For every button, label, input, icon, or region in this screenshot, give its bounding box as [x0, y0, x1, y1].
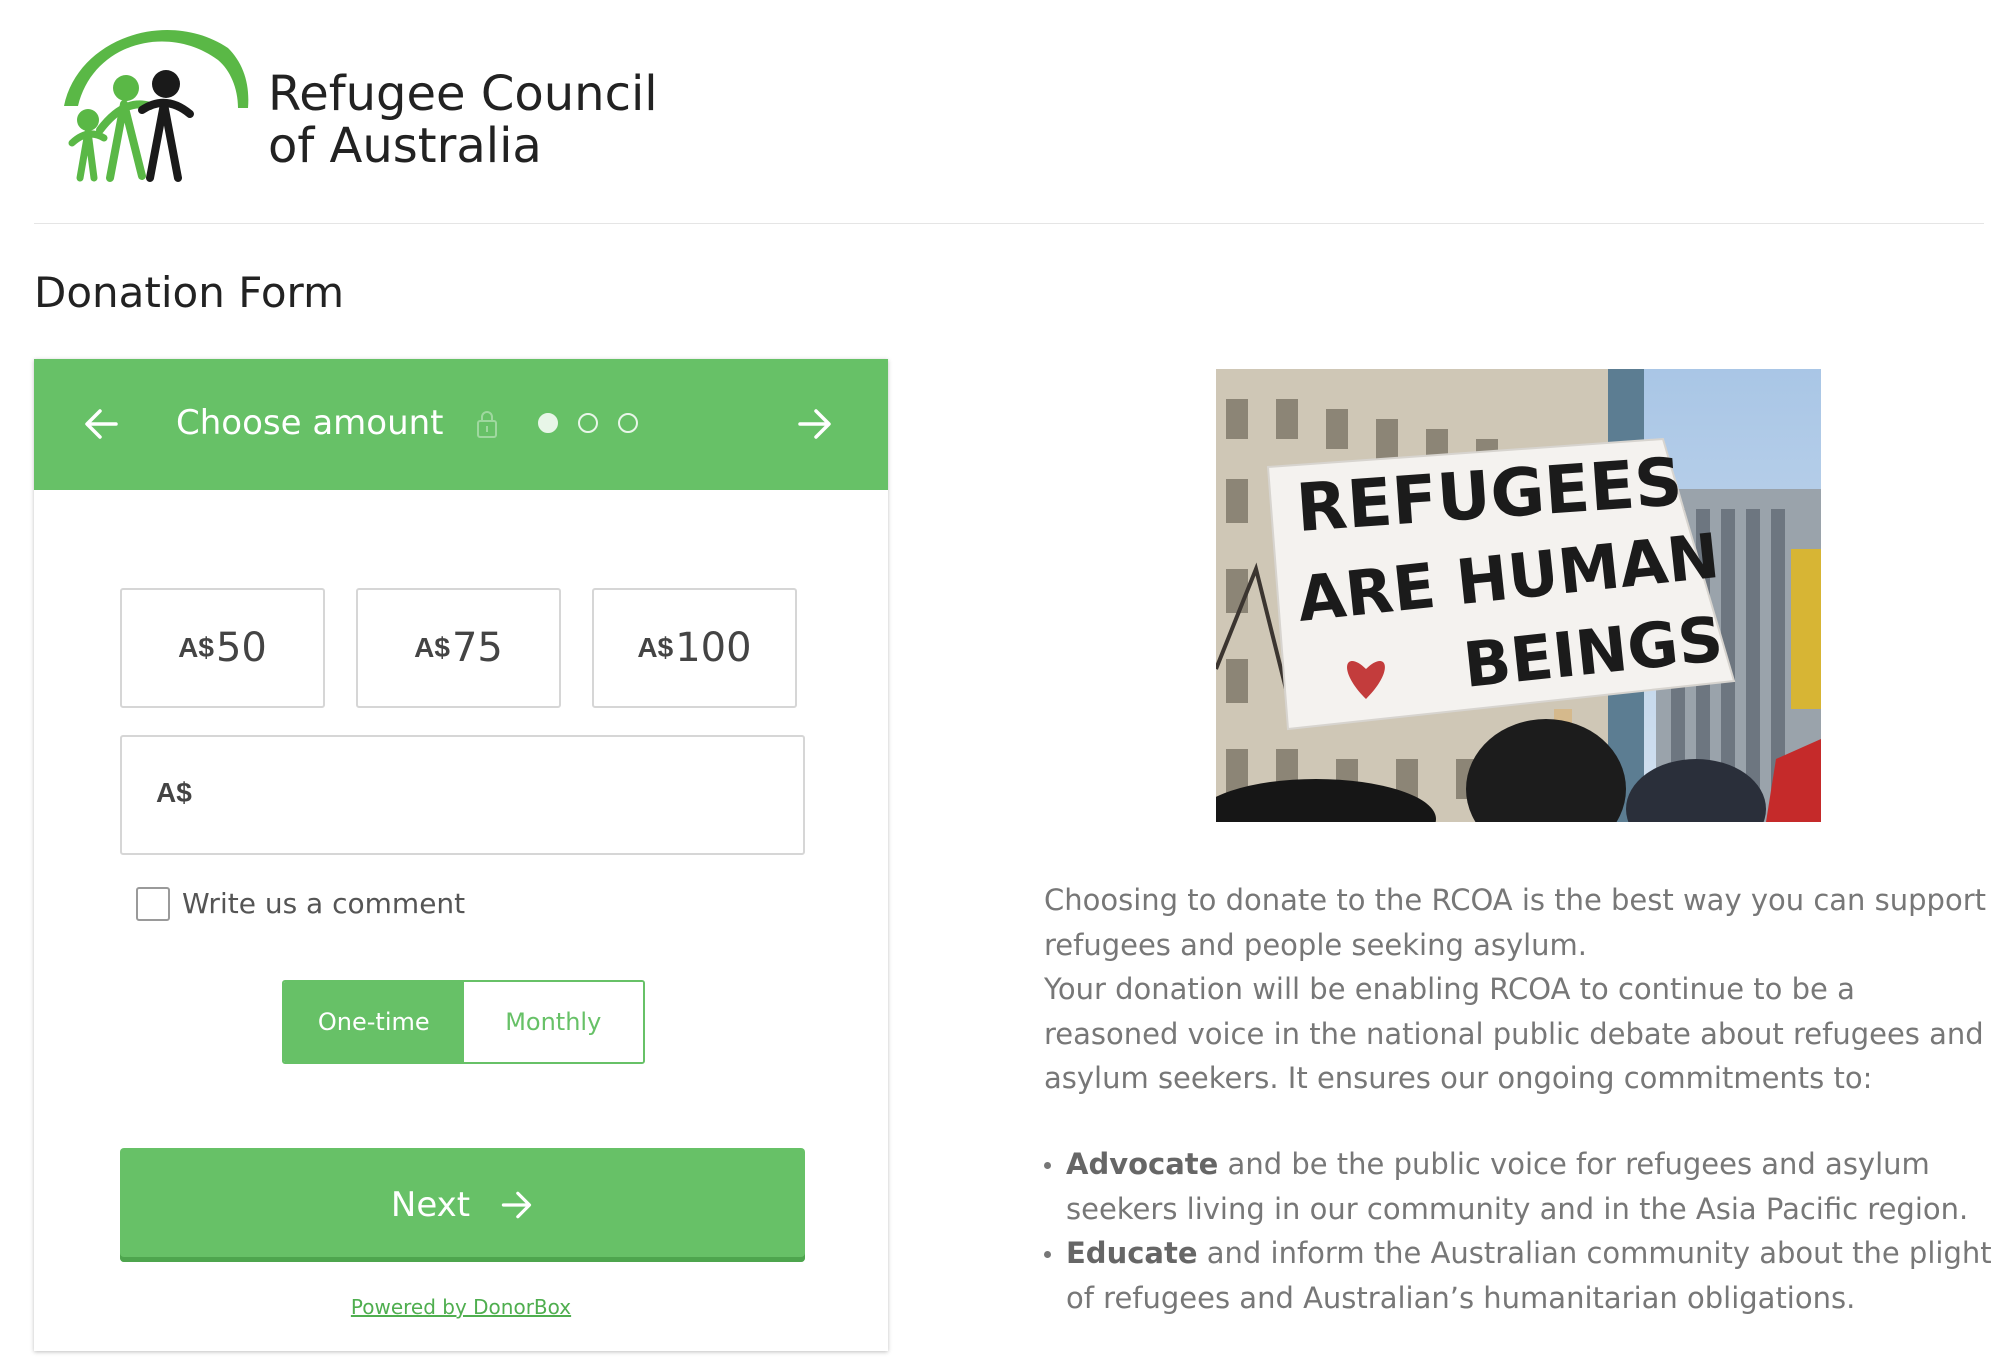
logo-figures-icon — [64, 30, 249, 182]
forward-arrow-button[interactable] — [794, 404, 834, 444]
amount-value: 50 — [215, 625, 267, 671]
custom-amount-field[interactable]: A$ — [120, 735, 805, 855]
commitments-list: Advocate and be the public voice for ref… — [1044, 1142, 1994, 1320]
step-dot-3 — [618, 413, 638, 433]
next-button[interactable]: Next — [120, 1148, 805, 1262]
step-title: Choose amount — [176, 403, 444, 443]
step-dot-2 — [578, 413, 598, 433]
description-paragraph-2: Your donation will be enabling RCOA to c… — [1044, 972, 1984, 1095]
donation-widget: Choose amount A$ 50 A$ 75 A$ 100 A$ Writ… — [34, 359, 888, 1351]
back-arrow-button[interactable] — [82, 404, 122, 444]
org-logo[interactable]: Refugee Council of Australia — [58, 18, 658, 198]
bullet-icon — [1044, 1251, 1051, 1258]
donation-description: Choosing to donate to the RCOA is the be… — [1044, 878, 1994, 1101]
amount-currency: A$ — [414, 632, 450, 663]
amount-100-button[interactable]: A$ 100 — [592, 588, 797, 708]
bullet-icon — [1044, 1162, 1051, 1169]
monthly-option[interactable]: Monthly — [463, 982, 643, 1062]
step-dot-1 — [538, 413, 558, 433]
commitment-keyword: Educate — [1066, 1236, 1198, 1270]
org-name-line2: of Australia — [268, 118, 542, 174]
arrow-left-icon — [85, 409, 118, 439]
protest-photo-illustration: REFUGEES ARE HUMAN BEINGS — [1216, 369, 1821, 822]
amount-currency: A$ — [637, 632, 674, 663]
amount-value: 75 — [451, 625, 503, 671]
amount-50-button[interactable]: A$ 50 — [120, 588, 325, 708]
lock-icon — [476, 409, 498, 439]
org-name-line1: Refugee Council — [268, 66, 658, 122]
custom-amount-currency: A$ — [156, 777, 192, 808]
next-button-label: Next — [390, 1185, 471, 1225]
page-title: Donation Form — [34, 268, 344, 317]
header-divider — [34, 223, 1984, 224]
arrow-right-icon — [501, 1191, 532, 1219]
comment-checkbox[interactable] — [136, 887, 170, 921]
commitment-text: and inform the Australian community abou… — [1066, 1236, 1992, 1315]
list-item: Educate and inform the Australian commun… — [1044, 1231, 1994, 1320]
arrow-right-icon — [798, 409, 831, 439]
frequency-toggle: One-time Monthly — [282, 980, 645, 1064]
amount-value: 100 — [675, 625, 752, 671]
custom-amount-input[interactable] — [202, 767, 786, 825]
page: Refugee Council of Australia Donation Fo… — [0, 0, 1996, 1368]
widget-header: Choose amount — [34, 359, 888, 490]
protest-photo: REFUGEES ARE HUMAN BEINGS — [1216, 369, 1821, 822]
comment-label[interactable]: Write us a comment — [182, 887, 465, 921]
amount-75-button[interactable]: A$ 75 — [356, 588, 561, 708]
description-paragraph-1: Choosing to donate to the RCOA is the be… — [1044, 883, 1986, 962]
amount-currency: A$ — [178, 632, 214, 663]
org-name: Refugee Council of Australia — [268, 68, 658, 172]
commitment-keyword: Advocate — [1066, 1147, 1219, 1181]
list-item: Advocate and be the public voice for ref… — [1044, 1142, 1994, 1231]
powered-by-link[interactable]: Powered by DonorBox — [34, 1295, 888, 1319]
one-time-option[interactable]: One-time — [284, 982, 464, 1062]
